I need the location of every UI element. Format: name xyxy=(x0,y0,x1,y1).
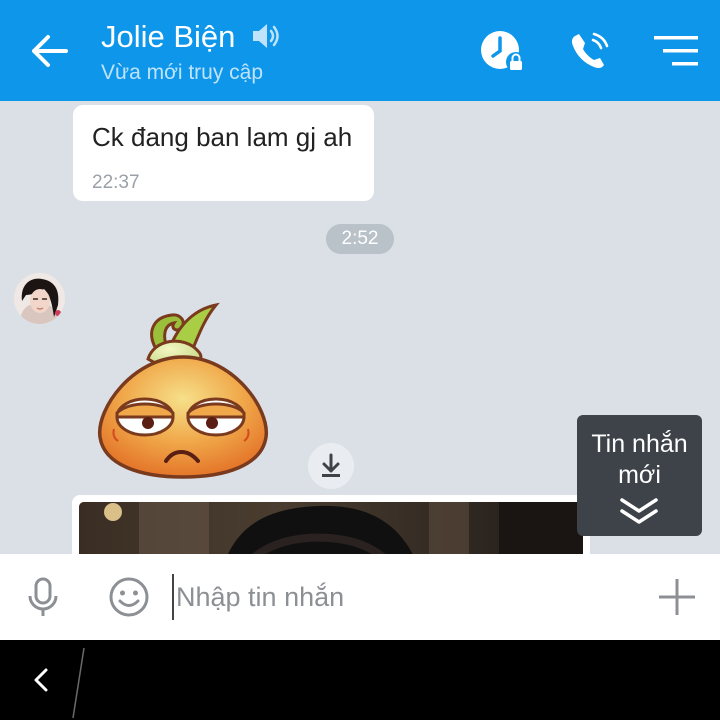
speaker-icon[interactable] xyxy=(250,20,282,52)
back-button[interactable] xyxy=(22,26,78,76)
onion-sticker[interactable] xyxy=(88,299,278,484)
message-bubble[interactable]: Ck đang ban lam gj ah 22:37 xyxy=(73,105,374,201)
message-composer xyxy=(0,554,720,640)
new-messages-button[interactable]: Tin nhắn mới xyxy=(577,415,702,536)
time-separator: 2:52 xyxy=(326,224,394,254)
download-icon xyxy=(322,453,340,477)
download-button[interactable] xyxy=(308,443,354,489)
double-chevron-down-icon xyxy=(620,498,658,524)
microphone-icon xyxy=(28,577,58,616)
emoji-button[interactable] xyxy=(104,572,154,622)
attach-button[interactable] xyxy=(652,572,702,622)
clock-lock-icon[interactable] xyxy=(476,26,530,76)
contact-avatar[interactable] xyxy=(14,273,65,324)
nav-divider xyxy=(72,647,85,719)
system-nav-bar xyxy=(0,640,720,720)
photo-message[interactable] xyxy=(72,495,590,554)
microphone-button[interactable] xyxy=(18,572,68,622)
plus-icon xyxy=(659,579,695,615)
chevron-left-icon xyxy=(34,668,48,692)
menu-icon[interactable] xyxy=(650,26,704,76)
photo-attachment[interactable] xyxy=(79,502,583,554)
back-arrow-icon xyxy=(32,35,68,67)
emoji-icon xyxy=(109,577,149,617)
contact-status: Vừa mới truy cập xyxy=(101,61,264,84)
phone-call-icon[interactable] xyxy=(563,26,617,76)
contact-name[interactable]: Jolie Biện xyxy=(101,18,235,56)
message-text: Ck đang ban lam gj ah xyxy=(92,122,353,152)
chat-header: Jolie Biện Vừa mới truy cập xyxy=(0,0,720,101)
message-list[interactable]: Ck đang ban lam gj ah 22:37 2:52 Tin nhắ… xyxy=(0,101,720,554)
system-back-button[interactable] xyxy=(24,660,58,700)
message-input[interactable] xyxy=(172,574,612,620)
message-time: 22:37 xyxy=(92,172,140,193)
new-messages-label: Tin nhắn mới xyxy=(591,430,688,489)
